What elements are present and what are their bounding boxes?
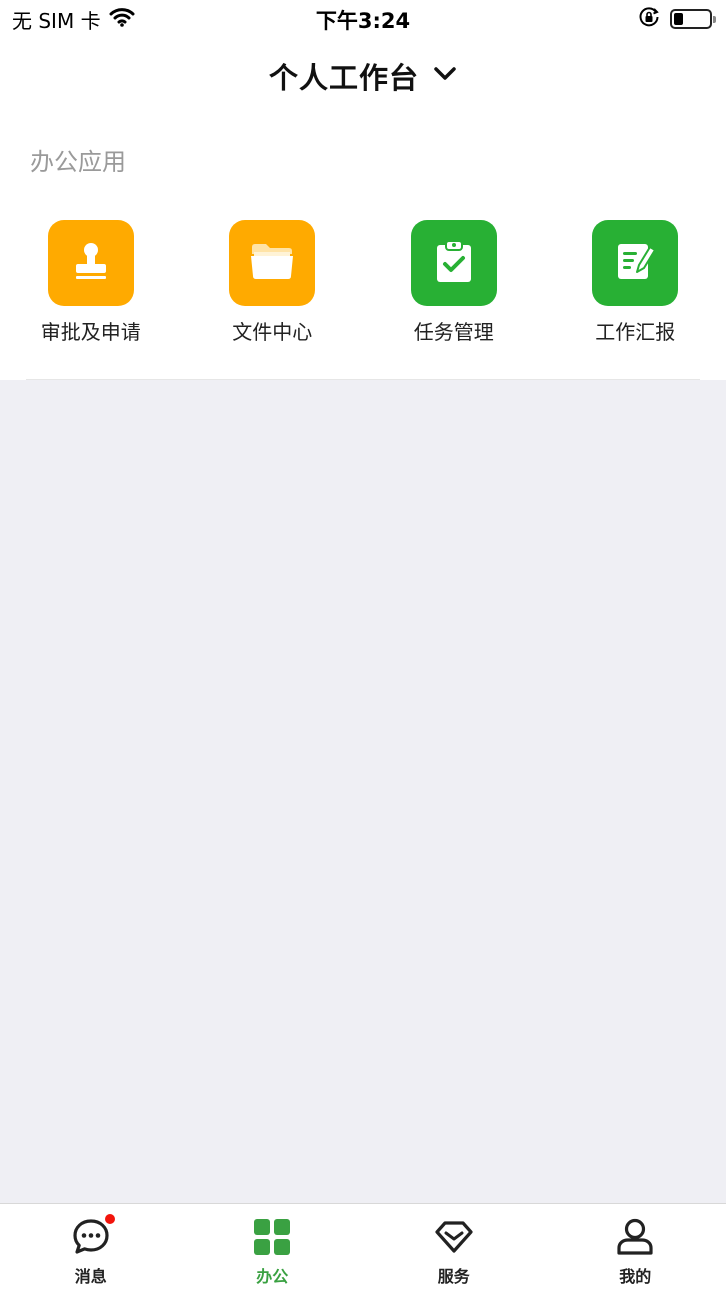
stamp-icon	[69, 239, 113, 287]
app-files[interactable]: 文件中心	[182, 220, 364, 350]
tab-label: 我的	[619, 1267, 652, 1286]
battery-fill	[674, 13, 683, 25]
section-title: 办公应用	[30, 148, 126, 176]
app-tasks[interactable]: 任务管理	[363, 220, 545, 350]
tab-label: 消息	[74, 1267, 107, 1286]
message-icon	[71, 1214, 115, 1257]
orientation-lock-icon	[638, 6, 660, 32]
chevron-down-icon[interactable]	[433, 66, 457, 86]
divider	[26, 379, 700, 380]
status-bar: 无 SIM 卡 下午3:24	[0, 0, 726, 38]
user-icon	[615, 1217, 655, 1257]
app-label: 任务管理	[413, 320, 494, 344]
page-title: 个人工作台	[268, 61, 419, 95]
workbench-panel: 个人工作台 办公应用 审批及申请 文件中心 任务管理 工作汇报	[0, 38, 726, 380]
app-label: 工作汇报	[595, 320, 676, 344]
unread-badge	[104, 1214, 115, 1224]
app-label: 审批及申请	[40, 320, 141, 344]
app-icon-tile[interactable]	[229, 220, 316, 306]
tab-label: 服务	[437, 1267, 470, 1286]
tab-profile[interactable]: 我的	[545, 1204, 726, 1290]
app-icon-tile[interactable]	[47, 220, 134, 306]
grid-icon	[252, 1217, 292, 1257]
edit-report-icon	[613, 239, 657, 287]
workbench-switcher[interactable]: 个人工作台	[0, 54, 726, 98]
status-time: 下午3:24	[315, 9, 411, 33]
tab-label: 办公	[256, 1267, 289, 1286]
app-icon-tile[interactable]	[410, 220, 497, 306]
tab-messages[interactable]: 消息	[0, 1204, 182, 1290]
battery-icon	[670, 9, 716, 29]
app-label: 文件中心	[232, 320, 313, 344]
tab-office[interactable]: 办公	[182, 1204, 364, 1290]
app-icon-tile[interactable]	[592, 220, 679, 306]
clipboard-check-icon	[433, 238, 475, 288]
app-reports[interactable]: 工作汇报	[545, 220, 726, 350]
app-screen: 无 SIM 卡 下午3:24 个人工作台 办公应用 审批及申请 文件中心 任务管…	[0, 0, 726, 1290]
folder-icon	[249, 241, 295, 285]
app-approval[interactable]: 审批及申请	[0, 220, 182, 350]
tab-bar: 消息 办公 服务 我的	[0, 1203, 726, 1290]
diamond-icon	[434, 1217, 474, 1257]
status-right	[638, 6, 716, 32]
tab-services[interactable]: 服务	[363, 1204, 545, 1290]
app-grid: 审批及申请 文件中心 任务管理 工作汇报	[0, 220, 726, 350]
